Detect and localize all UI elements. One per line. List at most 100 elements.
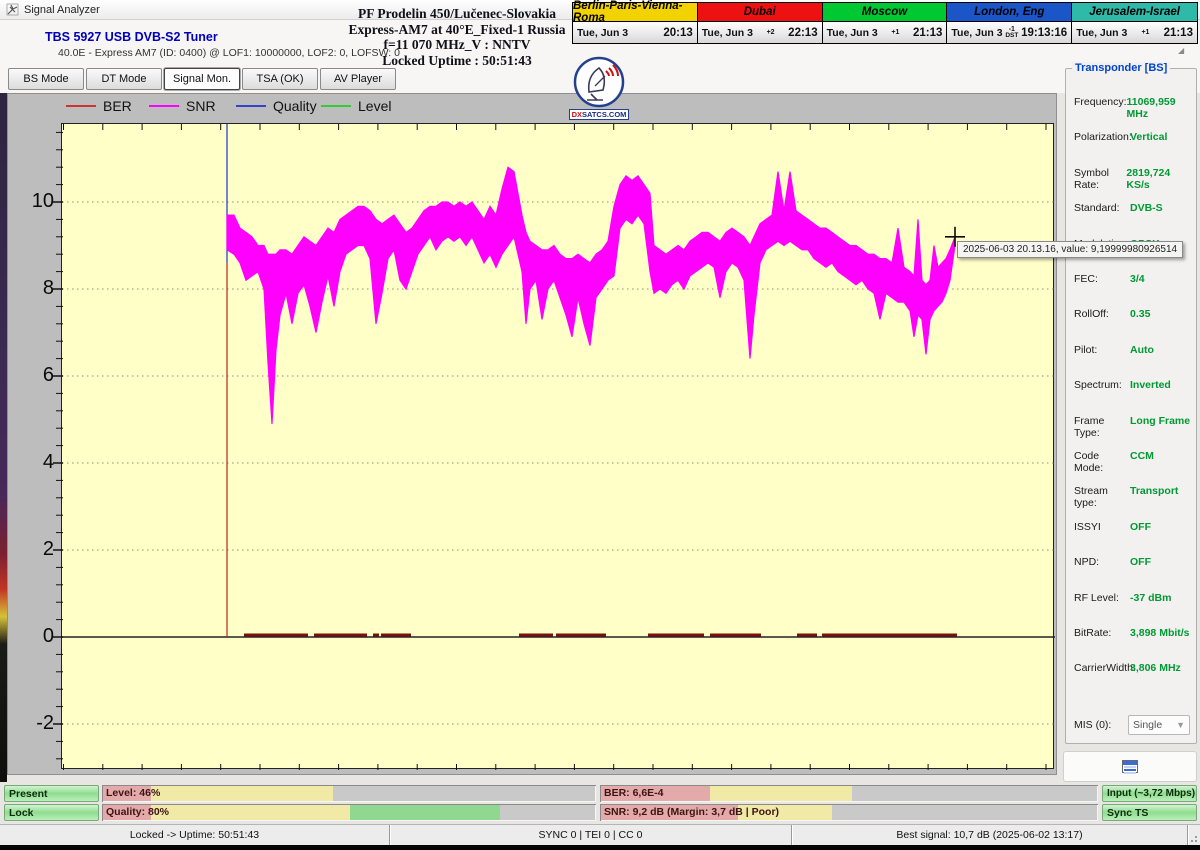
field-value: -37 dBm xyxy=(1130,592,1171,604)
ber-line-swatch xyxy=(66,105,96,107)
transponder-row-symbol-rate-: Symbol Rate:2819,724 KS/s xyxy=(1074,167,1192,191)
gauge-segment xyxy=(333,786,595,801)
satellite-dish-icon xyxy=(573,56,625,108)
status-best-signal: Best signal: 10,7 dB (2025-06-02 13:17) xyxy=(792,825,1188,845)
tuner-name: TBS 5927 USB DVB-S2 Tuner xyxy=(45,30,218,44)
clock-city: Berlin-Paris-Vienna-Roma xyxy=(573,3,697,22)
gauge-segment xyxy=(710,786,852,801)
field-value: Auto xyxy=(1130,344,1154,356)
field-value: CCM xyxy=(1130,450,1154,474)
transponder-row-standard-: Standard:DVB-S xyxy=(1074,202,1192,214)
legend-item-ber: BER xyxy=(66,98,132,114)
clock-body: Tue, Jun 3-1DST19:13:16 xyxy=(947,22,1071,43)
field-value: Transport xyxy=(1130,485,1178,509)
clock-date: Tue, Jun 3 xyxy=(951,27,1002,39)
field-label: Standard: xyxy=(1074,202,1130,214)
legend-item-snr: SNR xyxy=(149,98,216,114)
ber-gauge: BER: 6,6E-4 xyxy=(600,785,1098,802)
background-window-sliver xyxy=(0,93,7,782)
field-label: Frame Type: xyxy=(1074,415,1130,439)
level-gauge: Level: 46% xyxy=(102,785,596,802)
resize-grip[interactable] xyxy=(1188,825,1200,845)
gauge-text: SNR: 9,2 dB (Margin: 3,7 dB | Poor) xyxy=(604,804,779,820)
gauge-segment xyxy=(852,786,1097,801)
snr-trace xyxy=(227,167,955,424)
world-clocks: Berlin-Paris-Vienna-RomaTue, Jun 320:13D… xyxy=(572,2,1198,44)
panel-toolbox xyxy=(1063,751,1197,782)
header-line-1: Express-AM7 at 40°E_Fixed-1 Russia xyxy=(337,22,577,38)
field-value: 3,898 Mbit/s xyxy=(1130,627,1190,639)
transponder-row-rolloff-: RollOff:0.35 xyxy=(1074,308,1192,320)
gauge-text: Quality: 80% xyxy=(106,804,169,820)
mis-label: MIS (0): xyxy=(1074,719,1128,731)
status-bar: Locked -> Uptime: 50:51:43 SYNC 0 | TEI … xyxy=(0,824,1200,845)
logo-caption: DXSATCS.COM xyxy=(569,109,629,120)
clock-time: 22:13 xyxy=(788,27,817,39)
field-value: 3,806 MHz xyxy=(1130,662,1181,674)
y-tick-label-2: 2 xyxy=(12,538,54,560)
quality-gauge: Quality: 80% xyxy=(102,804,596,821)
cursor-tooltip: 2025-06-03 20.13.16, value: 9,1999998092… xyxy=(957,241,1183,258)
y-tick-label-0: 0 xyxy=(12,625,54,647)
tab-bs-mode[interactable]: BS Mode xyxy=(8,68,84,90)
transponder-row-npd-: NPD:OFF xyxy=(1074,556,1192,568)
legend-label: BER xyxy=(103,98,132,114)
signal-plot[interactable] xyxy=(61,123,1054,769)
transponder-row-spectrum-: Spectrum:Inverted xyxy=(1074,379,1192,391)
status-sync: SYNC 0 | TEI 0 | CC 0 xyxy=(390,825,792,845)
mis-row: MIS (0): Single ▼ xyxy=(1074,715,1192,735)
clock-body: Tue, Jun 3+121:13 xyxy=(1072,22,1197,43)
gauge-text: BER: 6,6E-4 xyxy=(604,785,664,801)
site-header: PF Prodelin 450/Lučenec-SlovakiaExpress-… xyxy=(337,6,577,68)
clock-offset: -1DST xyxy=(1003,27,1022,39)
field-label: Code Mode: xyxy=(1074,450,1130,474)
tab-signal-mon-[interactable]: Signal Mon. xyxy=(164,68,240,90)
chevron-down-icon: ▼ xyxy=(1176,720,1185,730)
transponder-row-pilot-: Pilot:Auto xyxy=(1074,344,1192,356)
dxsatcs-logo: DXSATCS.COM xyxy=(569,56,629,118)
gauge-segment xyxy=(151,805,350,820)
clock-city: Moscow xyxy=(823,3,947,22)
tab-dt-mode[interactable]: DT Mode xyxy=(86,68,162,90)
signal-analyzer-window: Signal Analyzer TBS 5927 USB DVB-S2 Tune… xyxy=(0,0,1200,850)
snr-line-swatch xyxy=(149,105,179,107)
mode-tabs: BS ModeDT ModeSignal Mon.TSA (OK)AV Play… xyxy=(8,68,396,91)
window-title: Signal Analyzer xyxy=(24,4,100,16)
field-value: Inverted xyxy=(1130,379,1171,391)
clock-time: 21:13 xyxy=(913,27,942,39)
clock-berlin-paris-vienna-roma: Berlin-Paris-Vienna-RomaTue, Jun 320:13 xyxy=(573,3,698,43)
clock-body: Tue, Jun 3+222:13 xyxy=(698,22,822,43)
field-value: 11069,959 MHz xyxy=(1127,96,1192,120)
gauge-segment xyxy=(350,805,500,820)
transponder-row-rf-level-: RF Level:-37 dBm xyxy=(1074,592,1192,604)
tab-av-player[interactable]: AV Player xyxy=(320,68,396,90)
gauge-text: Level: 46% xyxy=(106,785,160,801)
transponder-row-bitrate-: BitRate:3,898 Mbit/s xyxy=(1074,627,1192,639)
field-label: Spectrum: xyxy=(1074,379,1130,391)
input-indicator: Input (~3,72 Mbps) xyxy=(1102,785,1197,802)
gauge-segment xyxy=(151,786,333,801)
chart-legend: BERSNRQualityLevel xyxy=(8,94,1056,120)
clock-date: Tue, Jun 3 xyxy=(577,27,628,39)
clock-date: Tue, Jun 3 xyxy=(827,27,878,39)
y-tick-label-4: 4 xyxy=(12,451,54,473)
app-icon xyxy=(6,3,19,16)
header-line-3: Locked Uptime : 50:51:43 xyxy=(337,53,577,69)
field-label: Frequency: xyxy=(1074,96,1127,120)
transponder-row-issyi: ISSYIOFF xyxy=(1074,521,1192,533)
window-list-button[interactable] xyxy=(1117,756,1143,778)
tab-tsa-ok-[interactable]: TSA (OK) xyxy=(242,68,318,90)
clock-jerusalem-israel: Jerusalem-IsraelTue, Jun 3+121:13 xyxy=(1072,3,1197,43)
clock-city: Dubai xyxy=(698,3,822,22)
field-value: OFF xyxy=(1130,556,1151,568)
gauge-segment xyxy=(832,805,1097,820)
clock-body: Tue, Jun 3+121:13 xyxy=(823,22,947,43)
y-tick-label--2: -2 xyxy=(12,712,54,734)
clock-resize-grip[interactable]: ◢ xyxy=(1178,46,1184,55)
status-uptime: Locked -> Uptime: 50:51:43 xyxy=(0,825,390,845)
mis-dropdown[interactable]: Single ▼ xyxy=(1128,715,1190,735)
field-value: DVB-S xyxy=(1130,202,1163,214)
clock-moscow: MoscowTue, Jun 3+121:13 xyxy=(823,3,948,43)
transponder-row-code-mode-: Code Mode:CCM xyxy=(1074,450,1192,474)
bottom-edge xyxy=(0,845,1200,850)
